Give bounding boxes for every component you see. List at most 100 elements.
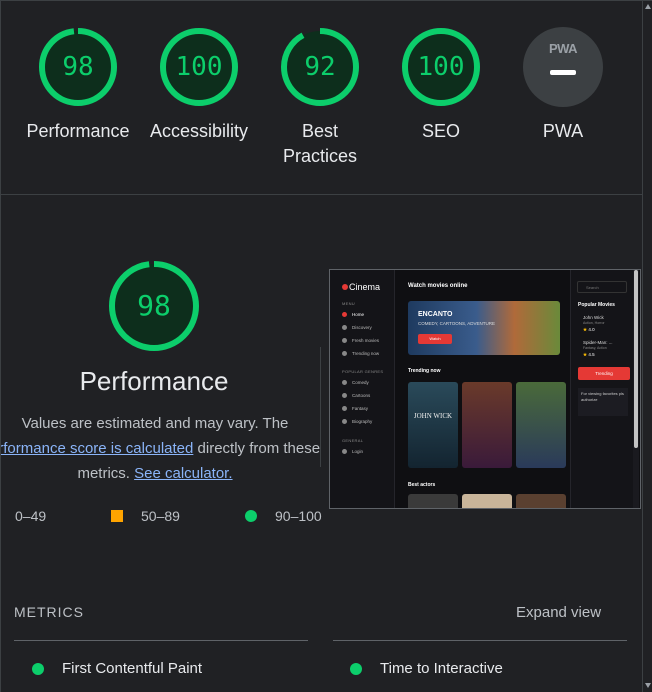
thumb-movie-1-rating: ★ 4.0 xyxy=(583,327,595,333)
thumb-genre-biography-label: Biography xyxy=(352,419,373,424)
thumb-menu-trending: Trending now xyxy=(342,351,379,356)
pwa-label: PWA xyxy=(542,121,584,141)
thumb-watch-button: Watch xyxy=(418,334,452,344)
pwa-dash-icon xyxy=(550,70,576,75)
page-scrollbar[interactable] xyxy=(642,0,652,692)
clock-icon xyxy=(342,338,347,343)
final-screenshot-thumbnail[interactable]: Cinema MENU Home Discovery Fresh movies … xyxy=(329,269,641,509)
seo-score: 100 xyxy=(417,52,465,82)
see-calculator-link[interactable]: See calculator. xyxy=(134,465,232,482)
performance-score-link[interactable]: erformance score is calculated xyxy=(0,440,193,457)
pwa-badge-text: PWA xyxy=(548,41,578,56)
best-practices-score: 92 xyxy=(304,52,336,82)
pass-dot-icon xyxy=(245,510,257,522)
thumb-actor-2 xyxy=(462,494,512,508)
thumb-right-panel: Search Popular Movies John Wick Action, … xyxy=(570,270,633,508)
accessibility-label: Accessibility xyxy=(149,121,249,141)
legend-pass: 90–100 xyxy=(245,508,322,524)
thumb-banner-title: ENCANTO xyxy=(418,311,453,318)
performance-big-score: 98 xyxy=(137,289,171,322)
legend-average: 50–89 xyxy=(111,508,180,524)
metric-tti-label: Time to Interactive xyxy=(380,660,503,677)
thumb-header: Watch movies online xyxy=(408,283,468,289)
gauge-seo[interactable]: 100 SEO xyxy=(386,27,496,144)
best-practices-label: Best Practices xyxy=(282,121,358,166)
thumb-best-actors-title: Best actors xyxy=(408,482,436,488)
thumb-genre-biography: Biography xyxy=(342,419,372,424)
pwa-badge-icon: PWA xyxy=(523,27,603,107)
thumb-scrollbar xyxy=(633,270,639,508)
metric-fcp-label: First Contentful Paint xyxy=(62,660,203,677)
scroll-up-icon[interactable] xyxy=(645,4,651,9)
legend-average-label: 50–89 xyxy=(141,508,180,524)
wand-icon xyxy=(342,406,347,411)
pass-dot-icon xyxy=(32,662,44,675)
star-icon: ★ xyxy=(583,327,588,332)
scroll-down-icon[interactable] xyxy=(645,683,651,688)
accessibility-score: 100 xyxy=(175,52,223,82)
login-icon xyxy=(342,449,347,454)
thumb-movie-1-rating-value: 4.0 xyxy=(588,327,595,332)
performance-description: Values are estimated and may vary. The e… xyxy=(0,411,330,486)
thumb-card-1-label: JOHN WICK xyxy=(413,412,453,420)
legend-fail-label: 0–49 xyxy=(15,508,47,524)
thumb-banner-sub: COMEDY, CARTOONS, ADVENTURE xyxy=(418,321,496,326)
thumb-login: Login xyxy=(342,449,363,454)
thumb-brand: Cinema xyxy=(349,282,381,292)
seo-label: SEO xyxy=(421,121,460,141)
logo-dot-icon xyxy=(342,284,348,290)
thumb-trending-button: Trending xyxy=(578,367,630,380)
home-icon xyxy=(342,312,347,317)
thumb-popular-movies: Popular Movies xyxy=(578,302,615,308)
thumb-menu-home: Home xyxy=(342,312,364,317)
thumb-trending-title: Trending now xyxy=(408,368,441,374)
performance-big-gauge: 98 xyxy=(108,260,200,352)
thumb-banner: ENCANTO COMEDY, CARTOONS, ADVENTURE Watc… xyxy=(408,301,560,355)
thumb-login-label: Login xyxy=(352,449,364,454)
compass-icon xyxy=(342,325,347,330)
thumb-movie-1-title: John Wick xyxy=(583,315,604,320)
metrics-divider-right xyxy=(333,640,627,641)
flame-icon xyxy=(342,351,347,356)
gauge-accessibility[interactable]: 100 Accessibility xyxy=(144,27,254,144)
legend-pass-label: 90–100 xyxy=(275,508,322,524)
metric-time-to-interactive[interactable]: Time to Interactive xyxy=(350,660,503,677)
pass-dot-icon xyxy=(350,662,362,675)
thumb-movie-2-title: Spider-Man: ... xyxy=(583,340,613,345)
thumb-menu-fresh-label: Fresh movies xyxy=(352,338,380,343)
metrics-heading: METRICS xyxy=(14,604,84,620)
performance-title: Performance xyxy=(79,366,229,396)
thumb-authorize-note: For viewing favorites pls authorize xyxy=(578,388,628,416)
thumb-menu-discovery-label: Discovery xyxy=(352,325,372,330)
legend-fail: 0–49 xyxy=(15,508,46,524)
best-practices-ring: 92 xyxy=(280,27,360,107)
thumb-popular-label: POPULAR GENRES xyxy=(342,369,384,374)
thumb-genre-comedy: Comedy xyxy=(342,380,369,385)
performance-ring: 98 xyxy=(38,27,118,107)
expand-view-button[interactable]: Expand view xyxy=(516,604,601,621)
thumb-movie-2-rating-value: 4.5 xyxy=(588,352,595,357)
thumb-genre-fantasy-label: Fantasy xyxy=(352,406,369,411)
metrics-divider-left xyxy=(14,640,308,641)
thumb-genre-comedy-label: Comedy xyxy=(352,380,369,385)
star-icon: ★ xyxy=(583,352,588,357)
thumb-menu-fresh: Fresh movies xyxy=(342,338,379,343)
film-icon xyxy=(342,393,347,398)
thumb-search: Search xyxy=(577,281,627,293)
thumb-actor-3 xyxy=(516,494,566,508)
metric-first-contentful-paint[interactable]: First Contentful Paint xyxy=(32,660,202,677)
thumb-movie-1-meta: Action, Horror xyxy=(583,321,605,325)
thumb-card-1: JOHN WICK xyxy=(408,382,458,468)
desc-text-3: metrics. xyxy=(77,465,130,482)
gauge-best-practices[interactable]: 92 Best Practices xyxy=(265,27,375,169)
thumb-genre-cartoons-label: Cartoons xyxy=(352,393,371,398)
smile-icon xyxy=(342,380,347,385)
thumb-menu-discovery: Discovery xyxy=(342,325,372,330)
gauge-pwa[interactable]: PWA PWA xyxy=(508,27,618,144)
thumb-movie-2-meta: Fantasy, Action xyxy=(583,346,607,350)
thumb-genre-fantasy: Fantasy xyxy=(342,406,368,411)
gauge-performance[interactable]: 98 Performance xyxy=(23,27,133,144)
thumb-actor-1 xyxy=(408,494,458,508)
thumb-logo: Cinema xyxy=(342,282,380,292)
seo-ring: 100 xyxy=(401,27,481,107)
